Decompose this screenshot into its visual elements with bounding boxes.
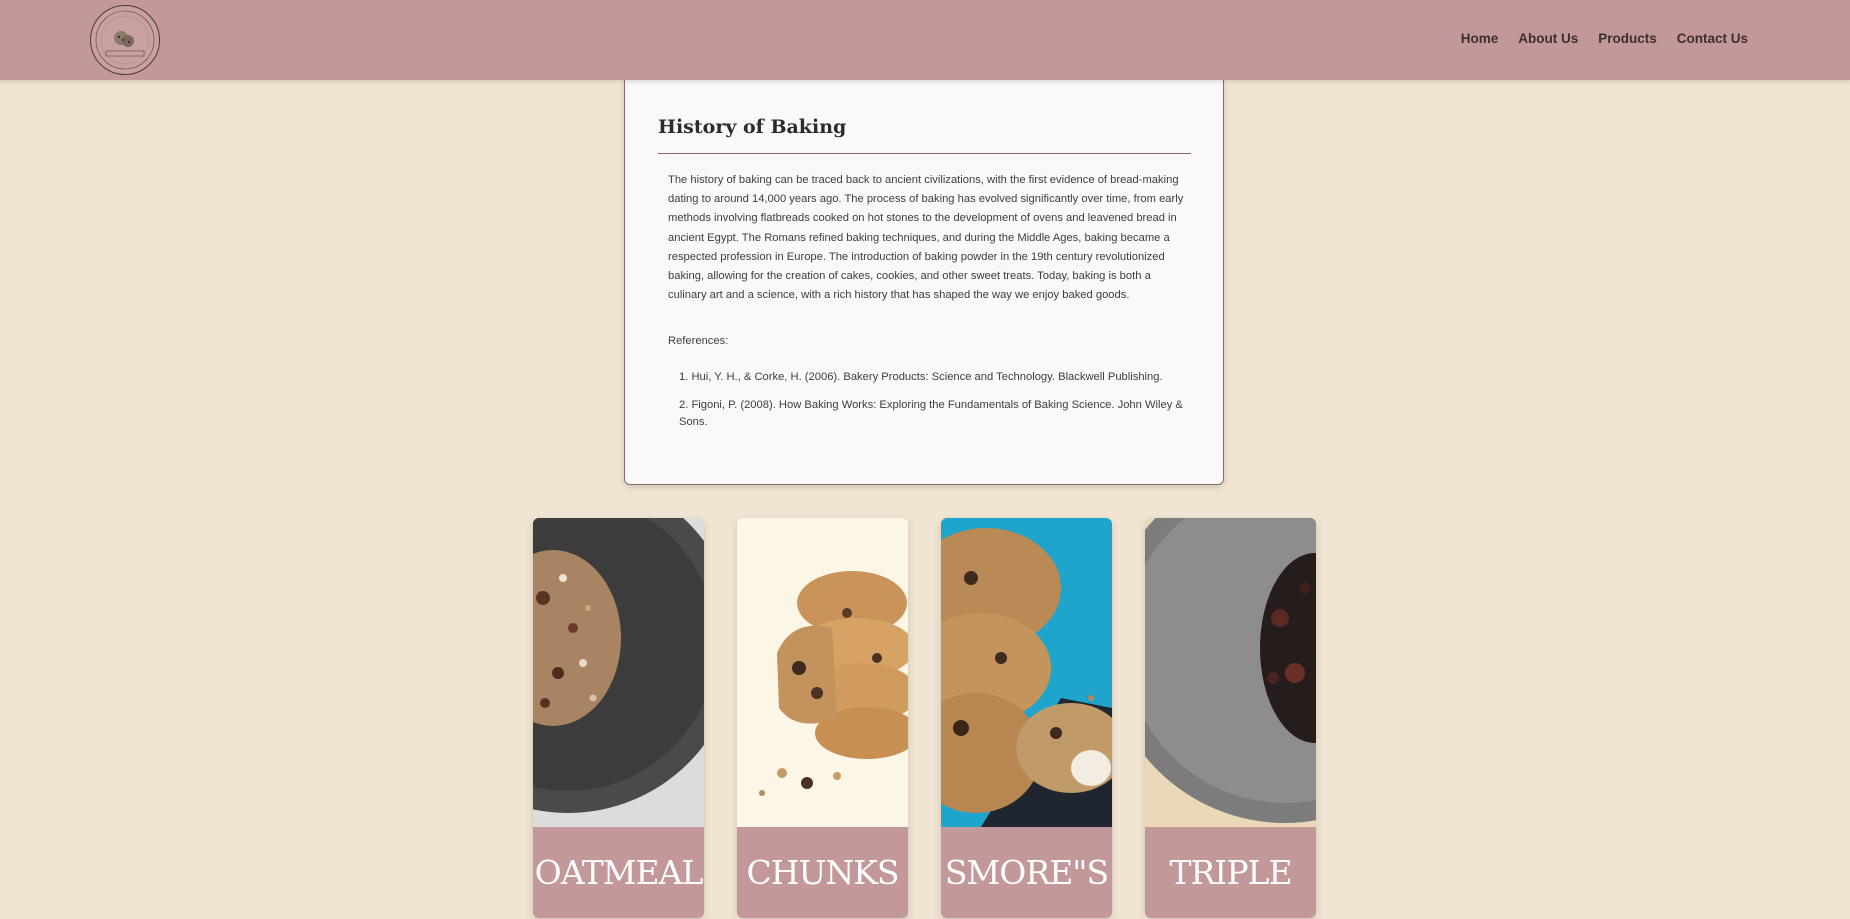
main-nav: Home About Us Products Contact Us: [1461, 31, 1748, 46]
logo[interactable]: [90, 5, 160, 75]
product-image-oatmeal: [533, 518, 704, 827]
references-label: References:: [668, 335, 729, 347]
nav-contact-us[interactable]: Contact Us: [1677, 31, 1748, 46]
product-card-triple[interactable]: TRIPLE: [1145, 518, 1316, 918]
product-image-chunks: [737, 518, 908, 827]
nav-about-us[interactable]: About Us: [1518, 31, 1578, 46]
logo-cookie-icon: [95, 10, 155, 70]
references-list: 1. Hui, Y. H., & Corke, H. (2006). Baker…: [679, 369, 1189, 442]
history-divider: [658, 153, 1191, 154]
reference-item: 2. Figoni, P. (2008). How Baking Works: …: [679, 399, 1183, 428]
product-label-smores: SMORE"S: [941, 827, 1112, 918]
nav-home[interactable]: Home: [1461, 31, 1499, 46]
reference-item: 1. Hui, Y. H., & Corke, H. (2006). Baker…: [679, 371, 1163, 383]
history-card: History of Baking The history of baking …: [624, 79, 1224, 485]
product-label-chunks: CHUNKS: [737, 827, 908, 918]
history-body: The history of baking can be traced back…: [668, 174, 1184, 302]
product-card-oatmeal[interactable]: OATMEAL: [533, 518, 704, 918]
product-image-triple: [1145, 518, 1316, 827]
product-label-oatmeal: OATMEAL: [533, 827, 704, 918]
product-card-chunks[interactable]: CHUNKS: [737, 518, 908, 918]
history-title: History of Baking: [658, 116, 847, 138]
product-card-smores[interactable]: SMORE"S: [941, 518, 1112, 918]
product-label-triple: TRIPLE: [1145, 827, 1316, 918]
nav-products[interactable]: Products: [1598, 31, 1657, 46]
site-header: Home About Us Products Contact Us: [0, 0, 1850, 80]
product-image-smores: [941, 518, 1112, 827]
